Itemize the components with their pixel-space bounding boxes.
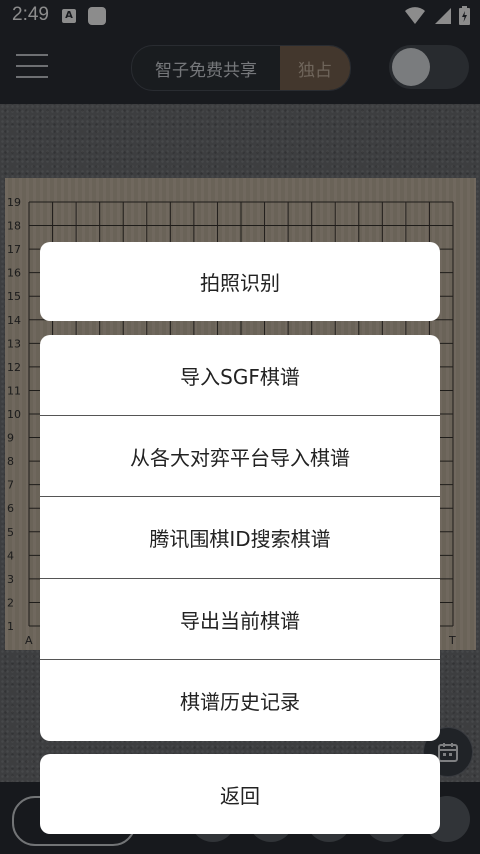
- export-current-button[interactable]: 导出当前棋谱: [40, 579, 440, 659]
- import-sgf-button[interactable]: 导入SGF棋谱: [40, 335, 440, 415]
- photo-recognize-button[interactable]: 拍照识别: [40, 242, 440, 321]
- history-button[interactable]: 棋谱历史记录: [40, 660, 440, 741]
- import-platforms-button[interactable]: 从各大对弈平台导入棋谱: [40, 416, 440, 496]
- tencent-id-search-button[interactable]: 腾讯围棋ID搜索棋谱: [40, 497, 440, 578]
- back-button[interactable]: 返回: [40, 754, 440, 834]
